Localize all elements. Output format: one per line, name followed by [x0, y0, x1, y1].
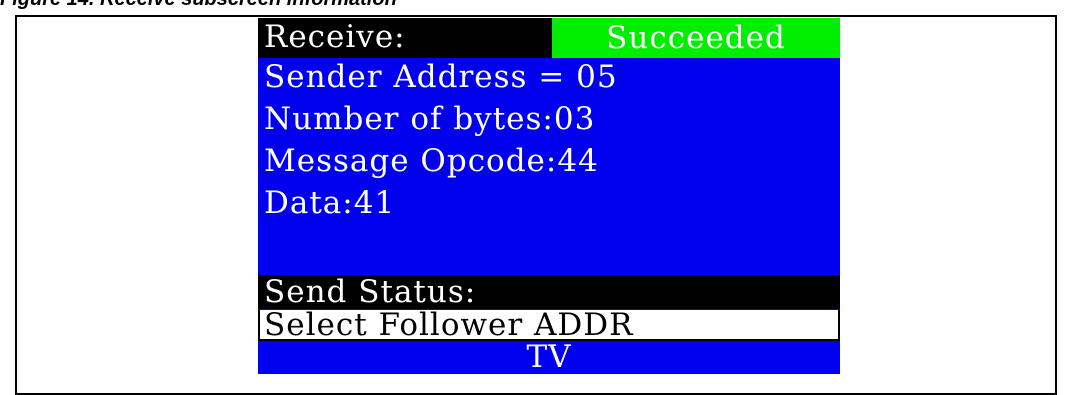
- message-opcode: Message Opcode:44: [264, 143, 599, 179]
- receive-label: Receive:: [264, 19, 406, 55]
- lcd-screen: Receive: Succeeded Sender Address = 05 N…: [258, 18, 840, 374]
- figure-caption: Figure 14. Receive subscreen information: [0, 0, 397, 11]
- send-status-label: Send Status:: [258, 275, 840, 309]
- device-menu-item[interactable]: TV: [258, 341, 840, 374]
- receive-header: Receive: Succeeded: [258, 18, 840, 58]
- data-value: Data:41: [264, 185, 396, 221]
- select-follower-menu-item[interactable]: Select Follower ADDR: [258, 310, 840, 341]
- sender-address: Sender Address = 05: [264, 59, 618, 95]
- receive-status-badge: Succeeded: [552, 18, 840, 58]
- number-of-bytes: Number of bytes:03: [264, 101, 596, 137]
